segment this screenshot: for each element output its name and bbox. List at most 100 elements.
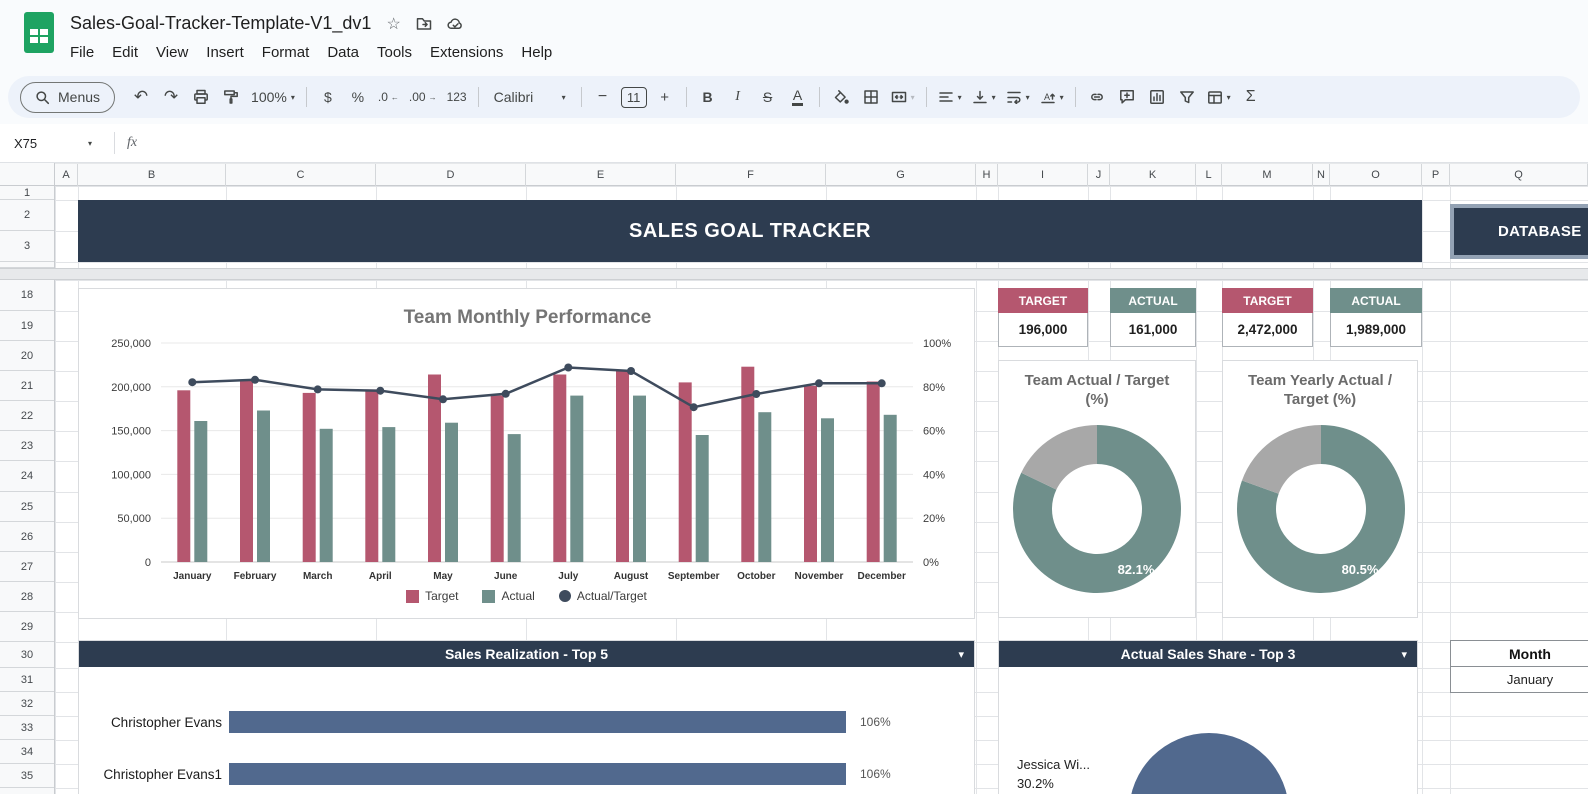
row-header-23[interactable]: 23 (0, 431, 54, 461)
menu-view[interactable]: View (147, 41, 197, 64)
print-button[interactable] (187, 82, 215, 112)
insert-chart-button[interactable] (1143, 82, 1171, 112)
kpi-value[interactable]: 196,000 (998, 313, 1088, 347)
star-icon[interactable]: ☆ (386, 14, 400, 34)
row-header-18[interactable]: 18 (0, 280, 54, 311)
format-percent-button[interactable]: % (344, 82, 372, 112)
col-header-B[interactable]: B (78, 164, 226, 186)
vertical-align-button[interactable]: ▾ (968, 82, 1000, 112)
row-header-21[interactable]: 21 (0, 371, 54, 401)
row-header-24[interactable]: 24 (0, 461, 54, 492)
insert-comment-button[interactable] (1113, 82, 1141, 112)
strikethrough-button[interactable]: S (754, 82, 782, 112)
doc-title[interactable]: Sales-Goal-Tracker-Template-V1_dv1 (70, 13, 371, 34)
col-header-A[interactable]: A (55, 164, 78, 186)
row-header-32[interactable]: 32 (0, 692, 54, 716)
bold-button[interactable]: B (694, 82, 722, 112)
fill-color-button[interactable] (827, 82, 855, 112)
row-header-19[interactable]: 19 (0, 311, 54, 341)
decrease-font-button[interactable]: − (589, 82, 617, 112)
menu-data[interactable]: Data (318, 41, 368, 64)
chart-options-caret[interactable]: ▾ (958, 648, 964, 661)
kpi-value[interactable]: 1,989,000 (1330, 313, 1422, 347)
col-header-L[interactable]: L (1196, 164, 1222, 186)
row-header-27[interactable]: 27 (0, 552, 54, 582)
row-header-33[interactable]: 33 (0, 716, 54, 740)
col-header-J[interactable]: J (1088, 164, 1110, 186)
col-header-F[interactable]: F (676, 164, 826, 186)
menu-help[interactable]: Help (512, 41, 561, 64)
team-yearly-actual-target-donut[interactable]: Team Yearly Actual / Target (%) 80.5% (1222, 360, 1418, 618)
row-header-31[interactable]: 31 (0, 668, 54, 692)
actual-sales-share-chart[interactable]: Actual Sales Share - Top 3 ▾ Jessica Wi.… (998, 640, 1418, 794)
number-format-button[interactable]: 123 (443, 82, 471, 112)
col-header-K[interactable]: K (1110, 164, 1196, 186)
kpi-value[interactable]: 161,000 (1110, 313, 1196, 347)
row-header-1[interactable]: 1 (0, 186, 54, 200)
menu-format[interactable]: Format (253, 41, 319, 64)
chart-options-caret[interactable]: ▾ (1401, 648, 1407, 661)
kpi-value[interactable]: 2,472,000 (1222, 313, 1313, 347)
font-select[interactable]: Calibri ▾ (486, 82, 574, 112)
col-header-D[interactable]: D (376, 164, 526, 186)
menu-file[interactable]: File (61, 41, 103, 64)
row-header-22[interactable]: 22 (0, 401, 54, 431)
col-header-H[interactable]: H (976, 164, 998, 186)
format-currency-button[interactable]: $ (314, 82, 342, 112)
row-header-30[interactable]: 30 (0, 642, 54, 668)
table-views-button[interactable]: ▾ (1203, 82, 1235, 112)
row-header-2[interactable]: 2 (0, 200, 54, 231)
sheets-logo[interactable] (24, 12, 54, 53)
font-size-input[interactable]: 11 (620, 86, 647, 108)
col-header-M[interactable]: M (1222, 164, 1313, 186)
row-header-28[interactable]: 28 (0, 582, 54, 612)
borders-button[interactable] (857, 82, 885, 112)
menu-insert[interactable]: Insert (197, 41, 253, 64)
functions-button[interactable]: Σ (1237, 82, 1265, 112)
menus-search-button[interactable]: Menus (20, 81, 116, 113)
hbar[interactable] (229, 711, 846, 733)
italic-button[interactable]: I (724, 82, 752, 112)
row-header-35[interactable]: 35 (0, 764, 54, 788)
move-folder-icon[interactable] (416, 16, 432, 31)
decrease-decimal-button[interactable]: .0 ← (374, 82, 403, 112)
insert-link-button[interactable] (1083, 82, 1111, 112)
menu-edit[interactable]: Edit (103, 41, 147, 64)
frozen-rows-divider[interactable] (0, 268, 1588, 280)
row-header-34[interactable]: 34 (0, 740, 54, 764)
text-rotation-button[interactable]: A ▾ (1036, 82, 1068, 112)
horizontal-align-button[interactable]: ▾ (934, 82, 966, 112)
text-wrap-button[interactable]: ▾ (1002, 82, 1034, 112)
name-box[interactable]: X75 ▾ (0, 136, 100, 151)
sales-realization-chart[interactable]: Sales Realization - Top 5 ▾ Christopher … (78, 640, 975, 794)
undo-button[interactable]: ↶ (127, 82, 155, 112)
col-header-I[interactable]: I (998, 164, 1088, 186)
month-selector-value[interactable]: January (1450, 667, 1588, 693)
zoom-control[interactable]: 100% ▾ (247, 82, 299, 112)
row-header-29[interactable]: 29 (0, 612, 54, 642)
select-all-corner[interactable] (0, 163, 55, 186)
row-header-3[interactable]: 3 (0, 231, 54, 262)
create-filter-button[interactable] (1173, 82, 1201, 112)
increase-font-button[interactable]: + (651, 82, 679, 112)
row-header-25[interactable]: 25 (0, 492, 54, 522)
database-button[interactable]: DATABASE (1450, 204, 1588, 259)
text-color-button[interactable]: A (784, 82, 812, 112)
col-header-O[interactable]: O (1330, 164, 1422, 186)
col-header-P[interactable]: P (1422, 164, 1450, 186)
col-header-N[interactable]: N (1313, 164, 1330, 186)
row-header-20[interactable]: 20 (0, 341, 54, 371)
col-header-C[interactable]: C (226, 164, 376, 186)
col-header-Q[interactable]: Q (1450, 164, 1588, 186)
team-actual-target-donut[interactable]: Team Actual / Target (%) 82.1% (998, 360, 1196, 618)
menu-tools[interactable]: Tools (368, 41, 421, 64)
merge-cells-button[interactable]: ▾ (887, 82, 919, 112)
increase-decimal-button[interactable]: .00 → (405, 82, 441, 112)
monthly-performance-chart[interactable]: Team Monthly Performance 0 0% 50,000 20% 100,… (78, 288, 975, 619)
menu-extensions[interactable]: Extensions (421, 41, 512, 64)
redo-button[interactable]: ↷ (157, 82, 185, 112)
hbar[interactable] (229, 763, 846, 785)
row-header-26[interactable]: 26 (0, 522, 54, 552)
col-header-G[interactable]: G (826, 164, 976, 186)
paint-format-button[interactable] (217, 82, 245, 112)
